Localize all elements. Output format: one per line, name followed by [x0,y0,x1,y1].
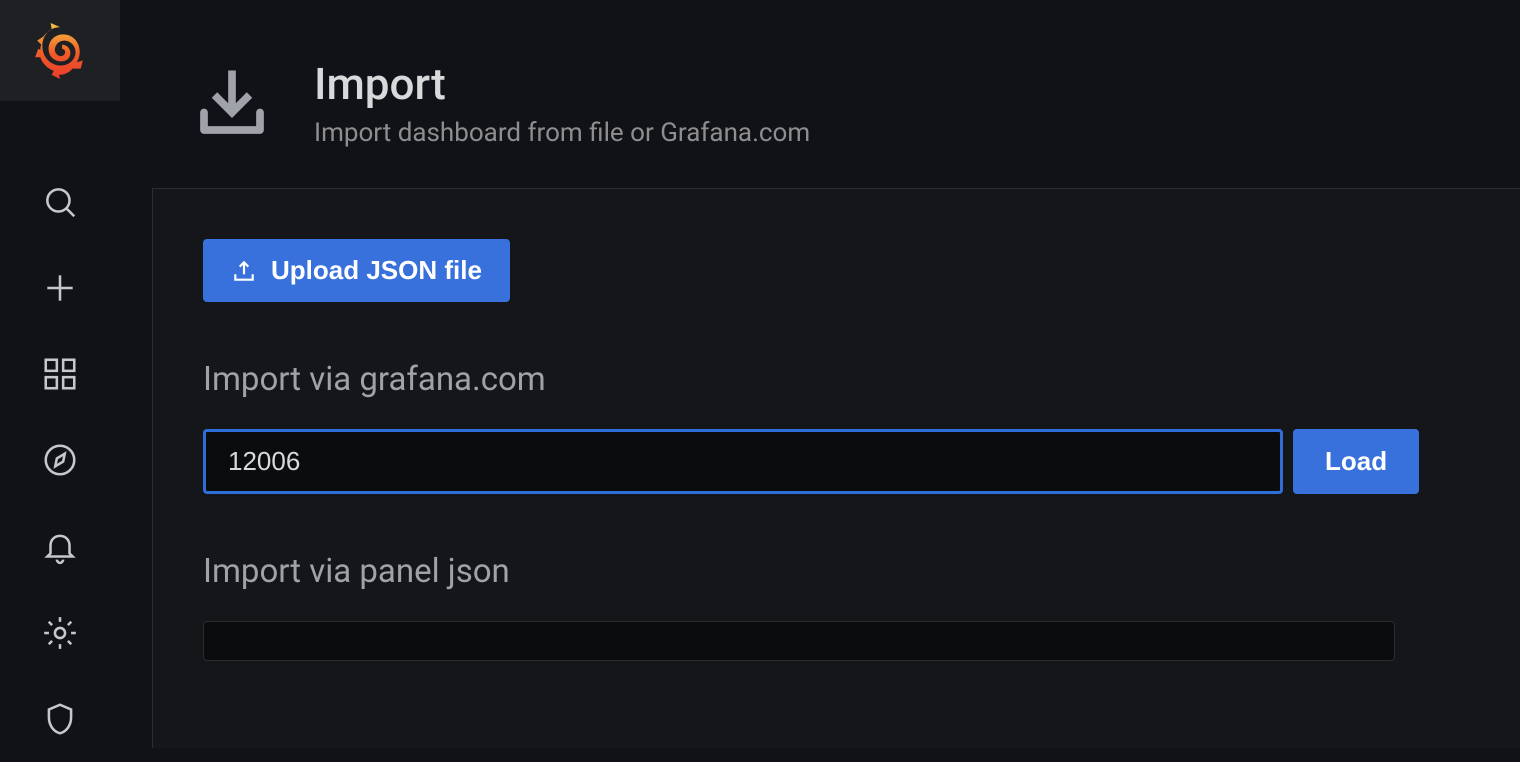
import-icon [190,60,274,148]
grafana-logo[interactable] [0,0,120,101]
import-via-grafana-label: Import via grafana.com [203,360,1470,399]
shield-icon [41,700,79,738]
grafana-com-id-input[interactable] [203,429,1283,494]
page-body: Upload JSON file Import via grafana.com … [152,188,1520,748]
main-content: Import Import dashboard from file or Gra… [120,0,1520,762]
upload-json-button[interactable]: Upload JSON file [203,239,510,302]
page-header: Import Import dashboard from file or Gra… [120,0,1520,188]
sidebar-dashboards[interactable] [0,331,120,417]
page-title: Import [314,60,810,108]
panel-json-textarea[interactable] [203,621,1395,661]
grafana-logo-icon [35,23,85,79]
load-button[interactable]: Load [1293,429,1419,494]
import-via-panel-json-label: Import via panel json [203,552,1470,591]
sidebar-alerting[interactable] [0,504,120,590]
sidebar-search[interactable] [0,159,120,245]
sidebar [0,0,120,762]
gear-icon [41,614,79,652]
plus-icon [41,269,79,307]
sidebar-admin[interactable] [0,676,120,762]
search-icon [41,183,79,221]
compass-icon [41,441,79,479]
upload-icon [231,258,257,284]
dashboard-icon [41,355,79,393]
bell-icon [41,528,79,566]
sidebar-create[interactable] [0,245,120,331]
sidebar-explore[interactable] [0,417,120,503]
sidebar-configuration[interactable] [0,590,120,676]
page-subtitle: Import dashboard from file or Grafana.co… [314,118,810,148]
upload-json-button-label: Upload JSON file [271,255,482,286]
load-button-label: Load [1325,446,1387,476]
